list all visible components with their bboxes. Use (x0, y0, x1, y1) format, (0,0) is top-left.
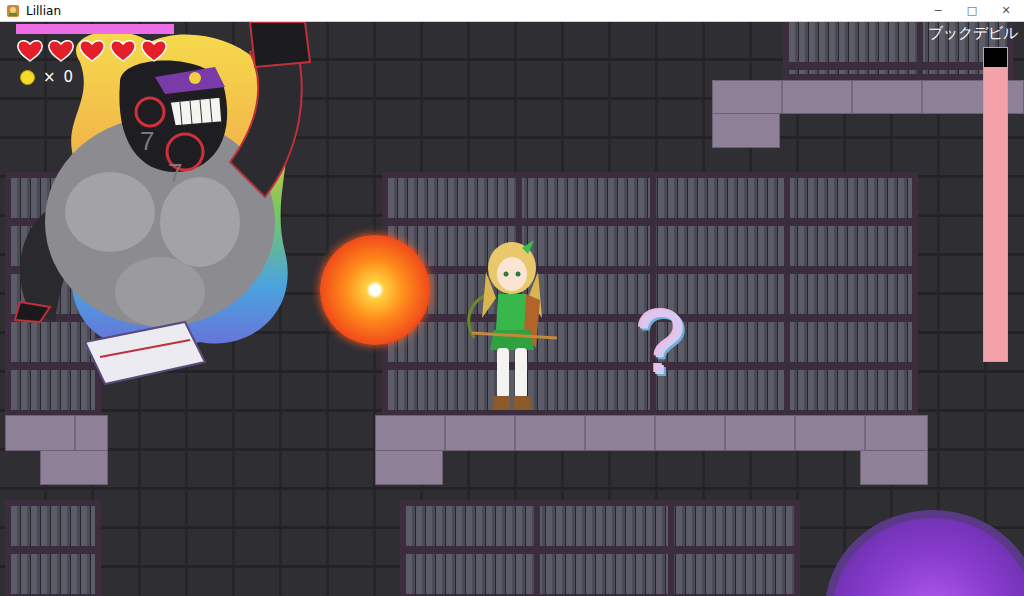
platform (375, 450, 443, 485)
game-canvas: 77?×0ブックデビル (0, 22, 1024, 596)
bookshelf (5, 500, 101, 596)
heart-icon (140, 39, 168, 63)
app-icon (6, 4, 20, 18)
coin-count: 0 (64, 68, 74, 86)
platform (712, 113, 780, 148)
platform (375, 415, 928, 451)
heart-icon (78, 39, 106, 63)
platform (712, 80, 1024, 114)
window-control-button[interactable]: ✕ (992, 4, 1020, 17)
coin-icon (20, 70, 35, 85)
player-hud: ×0 (16, 24, 174, 86)
bookshelf (400, 500, 800, 596)
heart-icon (109, 39, 137, 63)
platform (40, 450, 108, 485)
magic-bar-fill (16, 24, 174, 34)
window-control-button[interactable]: □ (958, 4, 986, 17)
window-control-button[interactable]: ─ (924, 4, 952, 17)
title-bar: Lillian ─ □ ✕ (0, 0, 1024, 22)
heart-icon (16, 39, 44, 63)
heart-icon (47, 39, 75, 63)
hint-question-mark: ? (636, 298, 686, 388)
hearts (16, 39, 174, 63)
platform (5, 415, 108, 451)
boss-name: ブックデビル (928, 24, 1018, 43)
boss-hud: ブックデビル (928, 24, 1018, 362)
magic-bar (16, 24, 174, 34)
portal (825, 510, 1024, 596)
lillian-player-icon (462, 238, 562, 418)
fireball (320, 235, 430, 345)
damage-number: 7 (140, 126, 154, 157)
boss-hp-fill (984, 67, 1007, 361)
platform (860, 450, 928, 485)
coin-symbol: × (43, 68, 56, 86)
coin-counter: ×0 (16, 68, 174, 86)
damage-number: 7 (168, 158, 182, 189)
game-window: Lillian─□✕77?×0ブックデビル (0, 0, 1024, 596)
boss-hp-bar (983, 47, 1008, 362)
window-title: Lillian (26, 4, 61, 18)
